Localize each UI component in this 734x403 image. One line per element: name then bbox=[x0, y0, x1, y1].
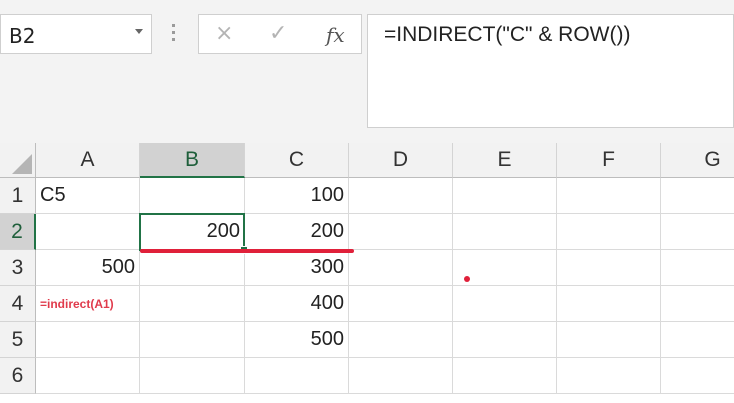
cell-a5[interactable] bbox=[36, 322, 140, 358]
cell-f1[interactable] bbox=[557, 178, 661, 214]
cell-d3[interactable] bbox=[349, 250, 453, 286]
name-box-value: B2 bbox=[9, 24, 36, 48]
spreadsheet-grid: A B C D E F G 1 2 3 4 5 6 C5 500 =indirect… bbox=[0, 143, 734, 403]
cell-e1[interactable] bbox=[453, 178, 557, 214]
column-header-e[interactable]: E bbox=[453, 143, 557, 178]
cell-c3[interactable]: 300 bbox=[245, 250, 349, 286]
column-header-f[interactable]: F bbox=[557, 143, 661, 178]
cell-a4[interactable]: =indirect(A1) bbox=[36, 286, 140, 322]
row-header-5[interactable]: 5 bbox=[0, 322, 36, 358]
cell-f2[interactable] bbox=[557, 214, 661, 250]
cell-e4[interactable] bbox=[453, 286, 557, 322]
cell-b4[interactable] bbox=[140, 286, 245, 322]
name-box[interactable]: B2 bbox=[0, 14, 152, 54]
cell-c4[interactable]: 400 bbox=[245, 286, 349, 322]
cell-d1[interactable] bbox=[349, 178, 453, 214]
cell-g4[interactable] bbox=[661, 286, 734, 322]
column-header-c[interactable]: C bbox=[245, 143, 349, 178]
cell-b1[interactable] bbox=[140, 178, 245, 214]
formula-controls: × ✓ fx bbox=[198, 14, 362, 54]
cancel-icon[interactable]: × bbox=[215, 21, 233, 46]
column-header-a[interactable]: A bbox=[36, 143, 140, 178]
cell-f6[interactable] bbox=[557, 358, 661, 394]
enter-icon[interactable]: ✓ bbox=[269, 21, 287, 46]
cell-d6[interactable] bbox=[349, 358, 453, 394]
cell-c5[interactable]: 500 bbox=[245, 322, 349, 358]
active-cell-border bbox=[139, 213, 245, 251]
cell-f3[interactable] bbox=[557, 250, 661, 286]
cell-c6[interactable] bbox=[245, 358, 349, 394]
row-header-2[interactable]: 2 bbox=[0, 214, 36, 250]
cell-a2[interactable] bbox=[36, 214, 140, 250]
annotation-underline bbox=[140, 249, 354, 253]
cell-g1[interactable] bbox=[661, 178, 734, 214]
cell-a6[interactable] bbox=[36, 358, 140, 394]
cell-g6[interactable] bbox=[661, 358, 734, 394]
cell-f4[interactable] bbox=[557, 286, 661, 322]
cell-g2[interactable] bbox=[661, 214, 734, 250]
cell-b6[interactable] bbox=[140, 358, 245, 394]
cell-g3[interactable] bbox=[661, 250, 734, 286]
cell-c2[interactable]: 200 bbox=[245, 214, 349, 250]
cell-d2[interactable] bbox=[349, 214, 453, 250]
annotation-dot bbox=[464, 276, 470, 282]
insert-function-icon[interactable]: fx bbox=[326, 23, 345, 47]
cell-e6[interactable] bbox=[453, 358, 557, 394]
row-header-4[interactable]: 4 bbox=[0, 286, 36, 322]
chevron-down-icon[interactable] bbox=[135, 29, 143, 34]
cell-g5[interactable] bbox=[661, 322, 734, 358]
row-header-6[interactable]: 6 bbox=[0, 358, 36, 394]
formula-text: =INDIRECT("C" & ROW()) bbox=[384, 23, 631, 46]
row-header-1[interactable]: 1 bbox=[0, 178, 36, 214]
formula-bar[interactable]: =INDIRECT("C" & ROW()) bbox=[367, 14, 734, 128]
cell-a1[interactable]: C5 bbox=[36, 178, 140, 214]
cell-f5[interactable] bbox=[557, 322, 661, 358]
cell-b3[interactable] bbox=[140, 250, 245, 286]
cell-d5[interactable] bbox=[349, 322, 453, 358]
cell-d4[interactable] bbox=[349, 286, 453, 322]
column-header-d[interactable]: D bbox=[349, 143, 453, 178]
select-all-icon bbox=[12, 154, 32, 174]
cell-e5[interactable] bbox=[453, 322, 557, 358]
row-header-3[interactable]: 3 bbox=[0, 250, 36, 286]
select-all-button[interactable] bbox=[0, 143, 36, 178]
drag-handle-icon[interactable] bbox=[172, 24, 176, 42]
cell-a3[interactable]: 500 bbox=[36, 250, 140, 286]
cell-c1[interactable]: 100 bbox=[245, 178, 349, 214]
cell-b5[interactable] bbox=[140, 322, 245, 358]
column-header-b[interactable]: B bbox=[140, 143, 245, 178]
column-header-g[interactable]: G bbox=[661, 143, 734, 178]
cell-e2[interactable] bbox=[453, 214, 557, 250]
